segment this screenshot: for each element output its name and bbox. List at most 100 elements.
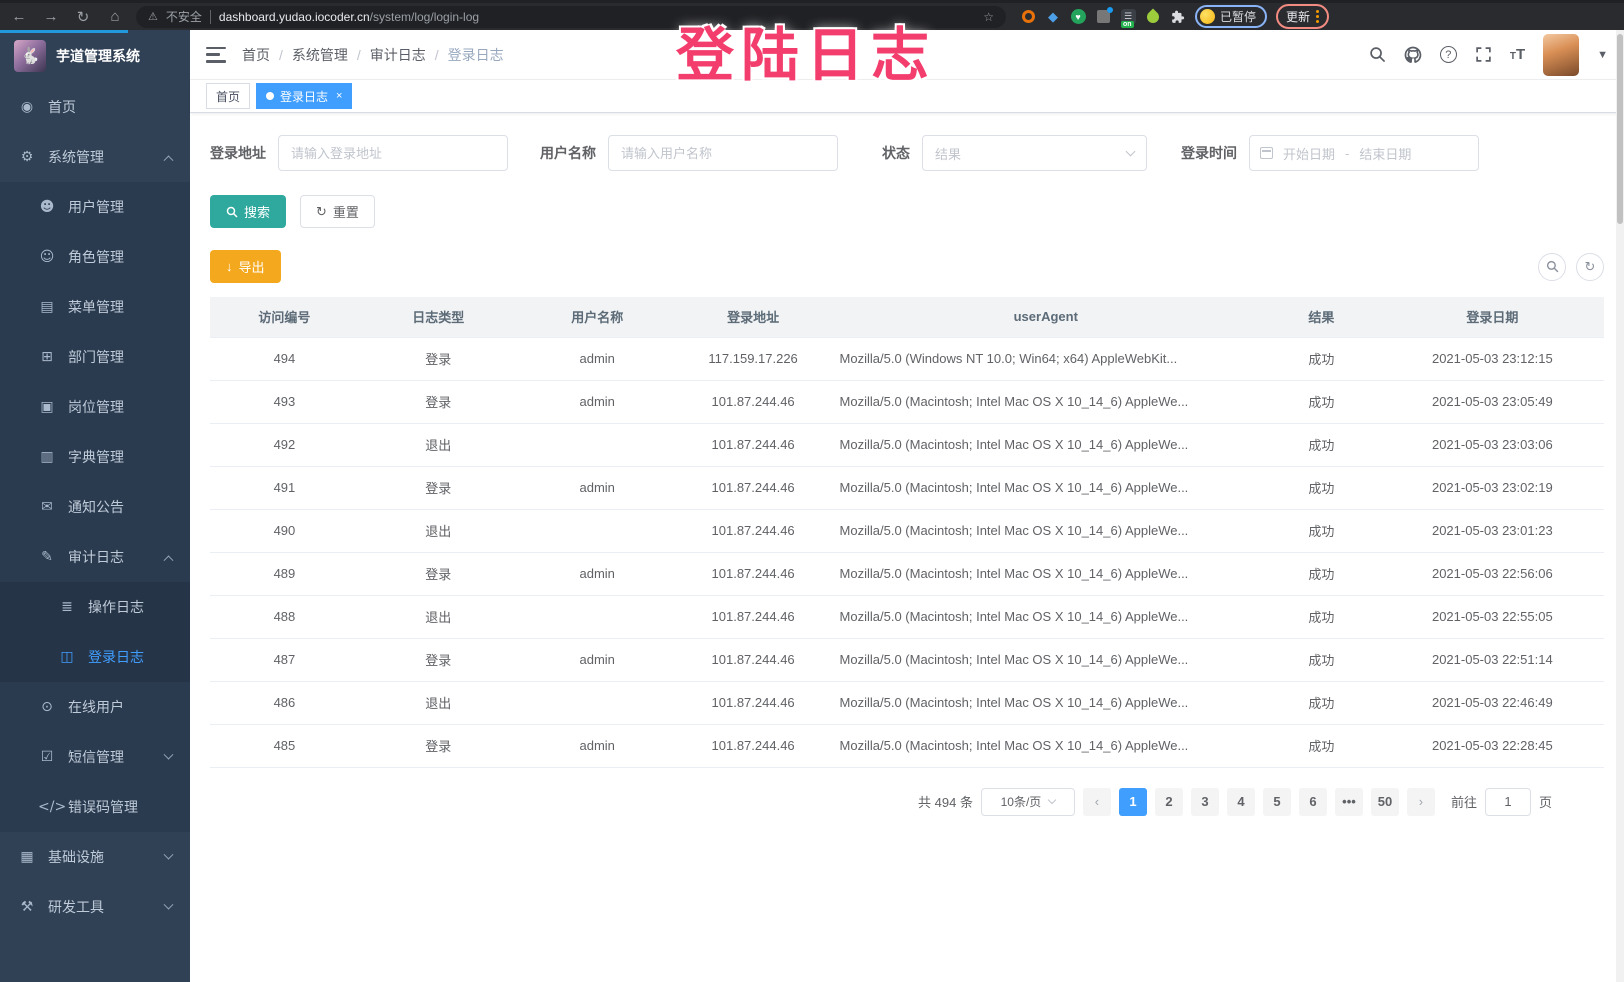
tag-登录日志[interactable]: 登录日志 × [256,83,352,109]
username-label: 用户名称 [540,143,596,163]
tag-首页[interactable]: 首页 [206,83,250,109]
table-row[interactable]: 489登录admin101.87.244.46Mozilla/5.0 (Maci… [210,552,1604,595]
table-cell: Mozilla/5.0 (Macintosh; Intel Mac OS X 1… [830,681,1262,724]
bookmark-star-icon[interactable]: ☆ [983,10,994,24]
sidebar-item-部门管理[interactable]: ⊞部门管理 [0,332,190,382]
address-input[interactable] [278,135,508,171]
sidebar-item-菜单管理[interactable]: ▤菜单管理 [0,282,190,332]
page-button-2[interactable]: 2 [1155,788,1183,816]
sidebar-item-研发工具[interactable]: ⚒研发工具 [0,882,190,932]
page-button-50[interactable]: 50 [1371,788,1399,816]
page-button-1[interactable]: 1 [1119,788,1147,816]
browser-update-button[interactable]: 更新 [1276,4,1329,29]
sidebar-item-在线用户[interactable]: ⊙在线用户 [0,682,190,732]
hamburger-icon[interactable] [206,47,226,63]
page-size-select[interactable]: 10条/页 [981,788,1075,816]
home-icon[interactable]: ⌂ [104,8,126,25]
start-date-placeholder[interactable]: 开始日期 [1283,144,1335,163]
fullscreen-icon[interactable] [1475,46,1492,63]
extension-leaf-icon[interactable] [1145,9,1161,25]
extensions-puzzle-icon[interactable] [1170,9,1186,25]
status-select[interactable]: 结果 [922,135,1147,171]
reset-button[interactable]: ↻ 重置 [300,195,375,228]
sidebar-item-审计日志[interactable]: ✎审计日志 [0,532,190,582]
sidebar-item-label: 首页 [48,97,76,117]
sidebar-item-系统管理[interactable]: ⚙系统管理 [0,132,190,182]
sidebar-item-字典管理[interactable]: ▥字典管理 [0,432,190,482]
sidebar-item-基础设施[interactable]: ▦ 基础设施 [0,832,190,882]
sidebar-item-首页[interactable]: ◉首页 [0,82,190,132]
url-text[interactable]: dashboard.yudao.iocoder.cn/system/log/lo… [219,10,479,24]
prev-page-button[interactable]: ‹ [1083,788,1111,816]
table-row[interactable]: 485登录admin101.87.244.46Mozilla/5.0 (Maci… [210,724,1604,767]
table-cell: 成功 [1262,595,1381,638]
sidebar-item-操作日志[interactable]: ≣操作日志 [0,582,190,632]
window-scrollbar[interactable] [1616,30,1624,982]
tag-close-icon[interactable]: × [336,90,342,102]
sidebar-item-角色管理[interactable]: ☺角色管理 [0,232,190,282]
breadcrumb-item[interactable]: 系统管理 [292,45,348,65]
browser-menu-icon[interactable] [1316,10,1319,23]
table-row[interactable]: 487登录admin101.87.244.46Mozilla/5.0 (Maci… [210,638,1604,681]
search-icon[interactable] [1369,46,1386,63]
infra-icon: ▦ [18,849,36,865]
table-row[interactable]: 488退出101.87.244.46Mozilla/5.0 (Macintosh… [210,595,1604,638]
app-logo-row[interactable]: 芋道管理系统 [0,30,190,82]
table-row[interactable]: 494登录admin117.159.17.226Mozilla/5.0 (Win… [210,337,1604,380]
page-button-3[interactable]: 3 [1191,788,1219,816]
breadcrumb-item[interactable]: 审计日志 [370,45,426,65]
scrollbar-thumb[interactable] [1617,34,1623,224]
tag-label: 登录日志 [280,88,328,105]
sidebar-item-用户管理[interactable]: ☻用户管理 [0,182,190,232]
sidebar-item-短信管理[interactable]: ☑短信管理 [0,732,190,782]
more-pages-button[interactable]: ••• [1335,788,1363,816]
sidebar-item-岗位管理[interactable]: ▣岗位管理 [0,382,190,432]
user-avatar[interactable] [1543,34,1579,76]
table-cell: 494 [210,337,359,380]
page-button-4[interactable]: 4 [1227,788,1255,816]
breadcrumb-item[interactable]: 首页 [242,45,270,65]
table-row[interactable]: 492退出101.87.244.46Mozilla/5.0 (Macintosh… [210,423,1604,466]
column-header: 结果 [1262,297,1381,337]
github-icon[interactable] [1404,46,1422,64]
table-cell: 490 [210,509,359,552]
export-button[interactable]: ↓ 导出 [210,250,281,283]
next-page-button[interactable]: › [1407,788,1435,816]
table-cell: Mozilla/5.0 (Macintosh; Intel Mac OS X 1… [830,380,1262,423]
extension-donut-icon[interactable] [1020,9,1036,25]
date-range-picker[interactable]: 开始日期 - 结束日期 [1249,135,1479,171]
extension-green-icon[interactable]: ♥ [1070,9,1086,25]
forward-icon[interactable]: → [40,8,62,25]
table-cell: Mozilla/5.0 (Macintosh; Intel Mac OS X 1… [830,466,1262,509]
end-date-placeholder[interactable]: 结束日期 [1359,144,1411,163]
sidebar-item-label: 字典管理 [68,447,124,467]
table-row[interactable]: 490退出101.87.244.46Mozilla/5.0 (Macintosh… [210,509,1604,552]
table-row[interactable]: 491登录admin101.87.244.46Mozilla/5.0 (Maci… [210,466,1604,509]
page-button-5[interactable]: 5 [1263,788,1291,816]
refresh-table-icon[interactable]: ↻ [1576,253,1604,281]
font-size-icon[interactable]: TT [1510,46,1525,63]
sidebar-item-label: 基础设施 [48,847,104,867]
sidebar-item-错误码管理[interactable]: </>错误码管理 [0,782,190,832]
extension-list-icon[interactable]: ☰on [1120,9,1136,25]
extension-gem-icon[interactable]: ◆ [1045,9,1061,25]
sidebar-item-通知公告[interactable]: ✉通知公告 [0,482,190,532]
toggle-search-icon[interactable] [1538,253,1566,281]
back-icon[interactable]: ← [8,8,30,25]
dev-tools-icon: ⚒ [18,899,36,915]
search-button[interactable]: 搜索 [210,195,286,228]
sidebar-item-登录日志[interactable]: ◫登录日志 [0,632,190,682]
username-input[interactable] [608,135,838,171]
table-body: 494登录admin117.159.17.226Mozilla/5.0 (Win… [210,337,1604,767]
table-row[interactable]: 486退出101.87.244.46Mozilla/5.0 (Macintosh… [210,681,1604,724]
goto-page-input[interactable] [1485,788,1531,816]
extension-grid-icon[interactable] [1095,9,1111,25]
caret-down-icon[interactable]: ▼ [1597,49,1608,61]
reload-icon[interactable]: ↻ [72,8,94,26]
page-button-6[interactable]: 6 [1299,788,1327,816]
paused-extension-pill[interactable]: 已暂停 [1195,5,1267,28]
table-row[interactable]: 493登录admin101.87.244.46Mozilla/5.0 (Maci… [210,380,1604,423]
pagination: 共 494 条 10条/页 ‹ 123456•••50 › 前往 页 [210,788,1604,816]
help-icon[interactable]: ? [1440,46,1457,63]
security-label[interactable]: 不安全 [166,8,202,25]
